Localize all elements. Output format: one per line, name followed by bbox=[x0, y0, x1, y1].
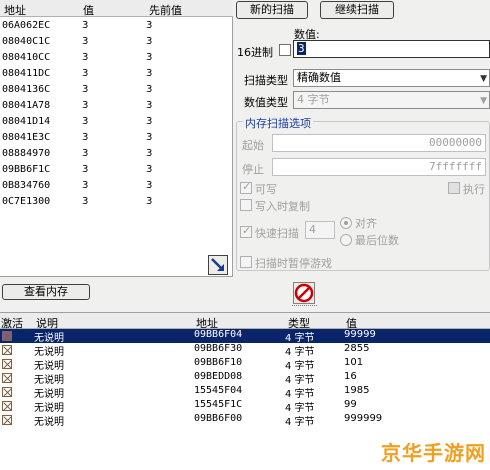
found-row[interactable]: 08040C1C 3 3 bbox=[0, 35, 233, 50]
align-label: 对齐 bbox=[355, 217, 377, 230]
start-label: 起始 bbox=[242, 139, 264, 152]
table-row[interactable]: 无说明 09BB6F30 4 字节 2855 bbox=[0, 343, 490, 358]
scan-type-label: 扫描类型 bbox=[244, 74, 288, 87]
col-address[interactable]: 地址 bbox=[4, 2, 26, 18]
new-scan-button[interactable]: 新的扫描 bbox=[236, 1, 308, 19]
stop-label: 停止 bbox=[242, 163, 264, 176]
next-scan-button[interactable]: 继续扫描 bbox=[320, 1, 394, 19]
arrow-down-right-icon bbox=[211, 258, 224, 271]
found-row[interactable]: 080411DC 3 3 bbox=[0, 67, 233, 82]
table-row[interactable]: 无说明 15545F04 4 字节 1985 bbox=[0, 385, 490, 400]
watermark-logo: 京华手游网 bbox=[381, 441, 486, 465]
active-checkbox[interactable] bbox=[2, 387, 12, 397]
fast-scan-checkbox[interactable] bbox=[240, 224, 252, 238]
executable-checkbox[interactable] bbox=[448, 182, 460, 194]
memory-options-title: 内存扫描选项 bbox=[243, 115, 313, 131]
found-row[interactable]: 06A062EC 3 3 bbox=[0, 19, 233, 34]
found-row[interactable]: 09BB6F1C 3 3 bbox=[0, 163, 233, 178]
value-type-label: 数值类型 bbox=[244, 96, 288, 109]
fast-scan-input[interactable]: 4 bbox=[305, 221, 335, 239]
found-row[interactable]: 08041D14 3 3 bbox=[0, 115, 233, 130]
align-radio[interactable] bbox=[340, 217, 352, 229]
active-checkbox[interactable] bbox=[2, 373, 12, 383]
table-row[interactable]: 无说明 09BEDD08 4 字节 16 bbox=[0, 371, 490, 386]
active-checkbox[interactable] bbox=[2, 359, 12, 369]
stop-address-input[interactable]: 7fffffff bbox=[272, 158, 486, 176]
last-digits-label: 最后位数 bbox=[355, 234, 399, 247]
hex-label: 16进制 bbox=[237, 46, 273, 59]
value-input[interactable]: 3 bbox=[293, 40, 490, 58]
found-row[interactable]: 08041A78 3 3 bbox=[0, 99, 233, 114]
pause-game-checkbox[interactable] bbox=[240, 256, 252, 268]
value-type-select[interactable]: 4 字节 ▼ bbox=[293, 91, 490, 109]
table-row[interactable]: 无说明 15545F1C 4 字节 99 bbox=[0, 399, 490, 414]
fast-scan-label: 快速扫描 bbox=[255, 227, 299, 240]
splitter-handle[interactable] bbox=[292, 305, 317, 308]
address-table-header: 激活 说明 地址 类型 值 bbox=[0, 312, 490, 330]
table-row[interactable]: 无说明 09BB6F10 4 字节 101 bbox=[0, 357, 490, 372]
table-row[interactable]: 无说明 09BB6F04 4 字节 99999 bbox=[0, 329, 490, 344]
start-address-input[interactable]: 00000000 bbox=[272, 134, 486, 152]
found-address-list[interactable]: 地址 值 先前值 06A062EC 3 3 08040C1C 3 3 080410CC 3… bbox=[0, 0, 233, 277]
hex-checkbox[interactable] bbox=[279, 44, 291, 56]
copy-on-write-checkbox[interactable] bbox=[240, 199, 252, 211]
active-checkbox[interactable] bbox=[2, 415, 12, 425]
found-row[interactable]: 08884970 3 3 bbox=[0, 147, 233, 162]
view-memory-button[interactable]: 查看内存 bbox=[2, 284, 90, 300]
found-row[interactable]: 0804136C 3 3 bbox=[0, 83, 233, 98]
stop-icon[interactable] bbox=[293, 282, 315, 304]
add-to-list-button[interactable] bbox=[208, 255, 228, 275]
executable-label: 执行 bbox=[463, 183, 485, 196]
found-row[interactable]: 080410CC 3 3 bbox=[0, 51, 233, 66]
chevron-down-icon: ▼ bbox=[480, 74, 487, 84]
copy-on-write-label: 写入时复制 bbox=[255, 200, 310, 213]
active-checkbox[interactable] bbox=[2, 345, 12, 355]
col-previous[interactable]: 先前值 bbox=[149, 2, 182, 18]
found-row[interactable]: 0C7E1300 3 3 bbox=[0, 195, 233, 210]
pause-game-label: 扫描时暂停游戏 bbox=[255, 257, 332, 270]
writable-checkbox[interactable] bbox=[240, 180, 252, 194]
last-digits-radio[interactable] bbox=[340, 234, 352, 246]
writable-label: 可写 bbox=[255, 183, 277, 196]
found-list-header: 地址 值 先前值 bbox=[0, 0, 233, 17]
scan-type-select[interactable]: 精确数值 ▼ bbox=[293, 69, 490, 87]
found-row[interactable]: 0B834760 3 3 bbox=[0, 179, 233, 194]
active-checkbox[interactable] bbox=[2, 331, 12, 341]
chevron-down-icon: ▼ bbox=[480, 96, 487, 106]
found-row[interactable]: 08041E3C 3 3 bbox=[0, 131, 233, 146]
active-checkbox[interactable] bbox=[2, 401, 12, 411]
table-row[interactable]: 无说明 09BB6F00 4 字节 999999 bbox=[0, 413, 490, 428]
col-value[interactable]: 值 bbox=[83, 2, 94, 18]
